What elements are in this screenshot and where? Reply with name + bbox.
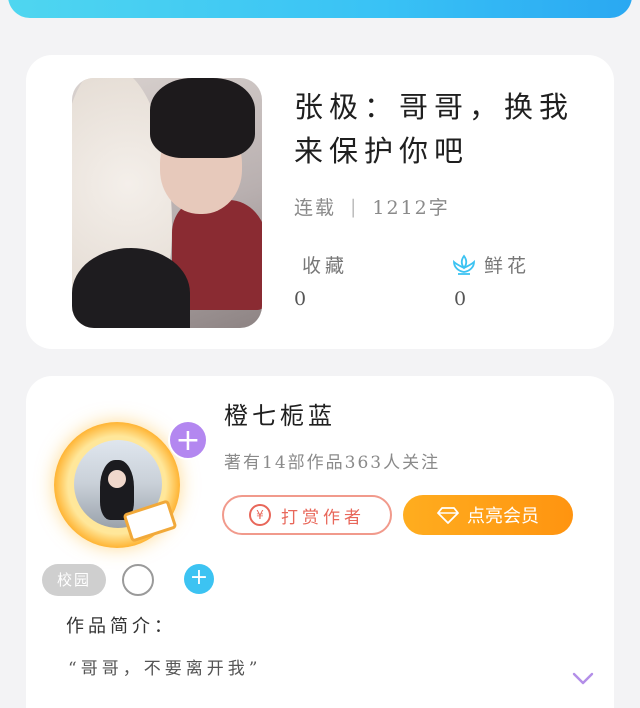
lotus-flower-icon [453,253,475,275]
meta-separator: | [350,195,359,218]
author-name[interactable]: 橙七栀蓝 [224,396,336,431]
yen-icon: ¥ [249,504,271,526]
author-stats: 著有14部作品363人关注 [224,453,441,473]
word-count: 1212字 [372,197,450,219]
vip-membership-button[interactable]: 点亮会员 [403,495,573,535]
author-info-card: + 橙七栀蓝 著有14部作品363人关注 ¥ 打赏作者 点亮会员 校园 + 作品… [26,376,614,708]
tag-campus[interactable]: 校园 [42,564,106,596]
book-meta: 连载 | 1212字 [294,193,450,220]
book-info-card: 张极：哥哥，换我来保护你吧 连载 | 1212字 收藏 0 鲜花 0 [26,55,614,349]
author-avatar[interactable] [54,422,180,548]
favorites-count: 0 [294,288,307,310]
tag-empty-circle[interactable] [122,564,154,596]
favorites-button[interactable]: 收藏 [302,251,348,278]
intro-title: 作品简介： [66,616,176,637]
favorites-label: 收藏 [302,255,349,277]
flowers-button[interactable]: 鲜花 [452,251,530,278]
top-header-bar [8,0,632,18]
add-tag-button[interactable]: + [184,564,214,594]
reward-label: 打赏作者 [281,507,365,528]
book-title: 张极：哥哥，换我来保护你吧 [294,90,575,168]
vip-label: 点亮会员 [467,506,539,527]
diamond-icon [437,507,459,524]
book-cover-image[interactable] [72,78,262,328]
flowers-count: 0 [454,288,467,310]
book-status: 连载 [294,197,337,219]
intro-text: “哥哥，不要离开我” [68,659,262,679]
follow-author-button[interactable]: + [168,420,208,460]
flowers-label: 鲜花 [484,255,531,277]
chevron-down-icon[interactable] [572,672,594,686]
reward-author-button[interactable]: ¥ 打赏作者 [222,495,392,535]
